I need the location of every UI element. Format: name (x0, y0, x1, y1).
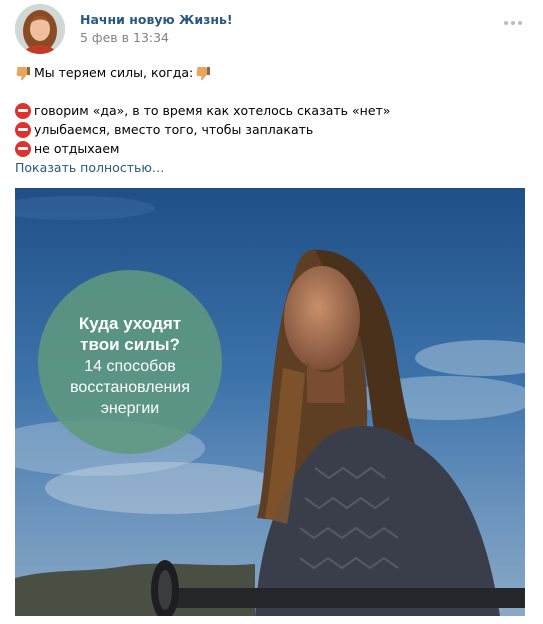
post-list-item: не отдыхаем (15, 139, 528, 158)
badge-title: Куда уходят твои силы? (78, 314, 182, 354)
post-intro-text: Мы теряем силы, когда: (34, 65, 194, 80)
post-text: Мы теряем силы, когда: говорим «да», в т… (15, 63, 528, 158)
more-dots-icon[interactable] (503, 18, 525, 28)
thumbs-down-icon (15, 65, 31, 81)
post-list-item-text: улыбаемся, вместо того, чтобы заплакать (34, 122, 314, 137)
post-photo[interactable]: Куда уходят твои силы? 14 способов восст… (15, 188, 525, 616)
avatar[interactable] (15, 4, 65, 54)
post-intro-line: Мы теряем силы, когда: (15, 63, 528, 82)
no-entry-icon (15, 121, 31, 138)
post-date[interactable]: 5 фев в 13:34 (80, 30, 169, 45)
promo-badge: Куда уходят твои силы? 14 способов восст… (38, 270, 222, 454)
post-list-item-text: не отдыхаем (34, 141, 120, 156)
post-list-item-text: говорим «да», в то время как хотелось ск… (34, 103, 391, 118)
post-list-item: улыбаемся, вместо того, чтобы заплакать (15, 120, 528, 139)
no-entry-icon (15, 102, 31, 119)
avatar-image (15, 4, 65, 54)
post-list-item: говорим «да», в то время как хотелось ск… (15, 101, 528, 120)
thumbs-down-icon (195, 65, 211, 81)
wall-post: Начни новую Жизнь! 5 фев в 13:34 Мы теря… (0, 0, 543, 624)
no-entry-icon (15, 140, 31, 157)
badge-subtitle: 14 способов восстановления энергии (70, 358, 190, 417)
post-header: Начни новую Жизнь! 5 фев в 13:34 (15, 4, 528, 56)
post-author-link[interactable]: Начни новую Жизнь! (80, 12, 233, 27)
show-more-link[interactable]: Показать полностью… (15, 160, 164, 175)
